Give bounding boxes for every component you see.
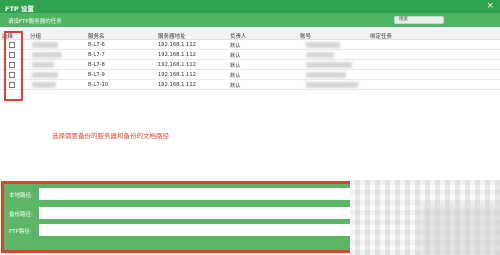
- server-table: 选择 分组 服务名 服务器地址 负责人 账号 绑定任务 B-L7-6 192.1…: [0, 29, 500, 90]
- redacted-mosaic-overlay: [420, 205, 500, 255]
- table-row[interactable]: B-L7-7 192.168.1.112 默认: [0, 50, 500, 60]
- table-row[interactable]: B-L7-6 192.168.1.112 默认: [0, 40, 500, 50]
- local-path-input[interactable]: [39, 188, 359, 200]
- checkbox-column-highlight: [4, 31, 23, 101]
- redacted-account: [306, 72, 346, 78]
- server-address: 192.168.1.112: [158, 62, 196, 68]
- owner: 默认: [230, 83, 241, 89]
- redacted-group: [32, 62, 54, 68]
- redacted-group: [32, 52, 62, 58]
- column-header-service[interactable]: 服务名: [88, 32, 105, 40]
- table-row[interactable]: B-L7-10 192.168.1.112 默认: [0, 80, 500, 90]
- column-header-account[interactable]: 账号: [300, 32, 311, 40]
- owner: 默认: [230, 53, 241, 59]
- redacted-group: [32, 82, 56, 88]
- column-header-address[interactable]: 服务器地址: [158, 32, 186, 40]
- column-header-group[interactable]: 分组: [30, 32, 41, 40]
- table-header: 选择 分组 服务名 服务器地址 负责人 账号 绑定任务: [0, 29, 500, 40]
- redacted-account: [306, 82, 358, 88]
- column-header-task[interactable]: 绑定任务: [370, 32, 392, 40]
- service-name: B-L7-10: [88, 82, 109, 88]
- backup-path-label: 备份路径:: [9, 212, 33, 218]
- server-address: 192.168.1.112: [158, 82, 196, 88]
- window-title: FTP 设置: [5, 5, 34, 13]
- server-address: 192.168.1.112: [158, 72, 196, 78]
- ftp-path-input[interactable]: [39, 224, 359, 236]
- redacted-group: [32, 72, 58, 78]
- local-path-label: 本地路径:: [9, 193, 33, 199]
- service-name: B-L7-8: [88, 62, 105, 68]
- table-row[interactable]: B-L7-8 192.168.1.112 默认: [0, 60, 500, 70]
- service-name: B-L7-7: [88, 52, 105, 58]
- toolbar-label: 请设FTP服务器的任务: [8, 19, 62, 25]
- service-name: B-L7-9: [88, 72, 105, 78]
- redacted-account: [306, 42, 340, 48]
- close-icon[interactable]: ×: [486, 1, 494, 11]
- owner: 默认: [230, 43, 241, 49]
- search-input[interactable]: 搜索: [394, 16, 444, 24]
- server-address: 192.168.1.112: [158, 42, 196, 48]
- redacted-account: [306, 62, 352, 68]
- title-bar: FTP 设置 ×: [0, 0, 500, 13]
- redacted-account: [306, 52, 334, 58]
- instruction-annotation: 选择需要备份的服务器和备份的文档路径: [52, 132, 169, 140]
- column-header-owner[interactable]: 负责人: [230, 32, 247, 40]
- toolbar: 请设FTP服务器的任务 搜索: [0, 13, 500, 27]
- redacted-group: [32, 42, 58, 48]
- owner: 默认: [230, 63, 241, 69]
- backup-path-input[interactable]: [39, 207, 359, 219]
- service-name: B-L7-6: [88, 42, 105, 48]
- ftp-path-label: FTP路径:: [9, 229, 32, 235]
- owner: 默认: [230, 73, 241, 79]
- server-address: 192.168.1.112: [158, 52, 196, 58]
- table-row[interactable]: B-L7-9 192.168.1.112 默认: [0, 70, 500, 80]
